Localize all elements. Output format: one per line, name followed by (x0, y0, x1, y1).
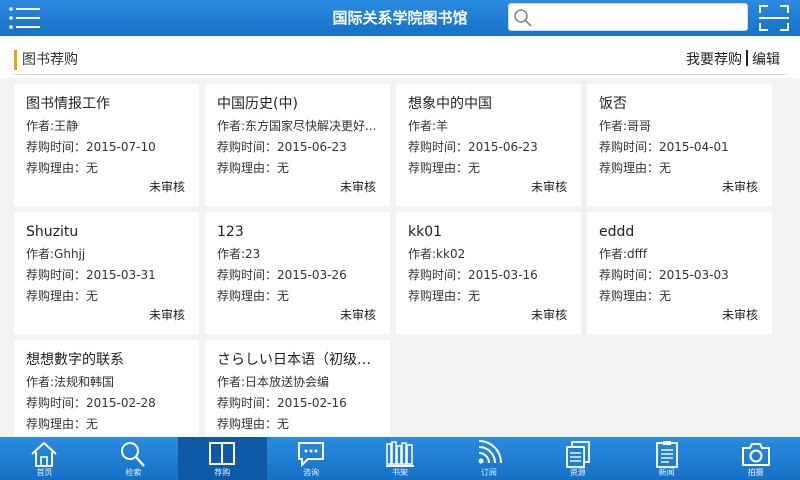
recommend-date: 荐购时间：2015-03-16 (408, 268, 538, 282)
news-icon (655, 441, 678, 468)
nav-label: 新闻 (658, 468, 675, 477)
search-icon (121, 442, 146, 467)
nav-news[interactable]: 新闻 (622, 437, 711, 480)
recommend-reason: 荐购理由：无 (26, 289, 99, 303)
book-author: 作者:dfff (599, 247, 648, 261)
recommend-date: 荐购时间：2015-04-01 (599, 140, 729, 154)
nav-label: 荐购 (214, 468, 231, 477)
separator (746, 50, 748, 66)
nav-label: 检索 (125, 468, 142, 477)
book-title: kk01 (408, 224, 443, 240)
app-header: 国际关系学院图书馆 (0, 0, 800, 36)
status-badge: 未审核 (148, 308, 185, 322)
recommend-reason: 荐购理由：无 (599, 161, 672, 175)
nav-home[interactable]: 首页 (0, 437, 89, 480)
nav-label: 拍摄 (747, 468, 764, 477)
book-author: 作者:王静 (26, 119, 79, 133)
nav-label: 订阅 (480, 468, 497, 477)
book-author: 作者:日本放送协会编 (217, 375, 330, 389)
book-title: 想象中的中国 (408, 96, 492, 112)
search-box[interactable] (508, 3, 748, 31)
recommendation-card[interactable]: Shuzitu 作者:Ghhjj 荐购时间：2015-03-31 荐购理由：无 … (14, 212, 199, 334)
status-badge: 未审核 (148, 180, 185, 194)
book-icon (209, 442, 236, 465)
nav-label: 咨询 (303, 468, 320, 477)
recommendation-card[interactable]: 123 作者:23 荐购时间：2015-03-26 荐购理由：无 未审核 (205, 212, 390, 334)
book-author: 作者:羊 (408, 119, 449, 133)
nav-label: 资源 (569, 468, 586, 477)
status-badge: 未审核 (721, 308, 758, 322)
recommend-date: 荐购时间：2015-06-23 (217, 140, 347, 154)
nav-consult[interactable]: 咨询 (267, 437, 356, 480)
recommendation-grid: 图书情报工作 作者:王静 荐购时间：2015-07-10 荐购理由：无 未审核 … (14, 84, 790, 462)
book-title: Shuzitu (26, 224, 79, 240)
recommend-reason: 荐购理由：无 (26, 417, 99, 431)
bottom-nav: 首页 检索 荐购 咨询 书架 订阅 资源 新闻 拍摄 (0, 437, 800, 480)
recommendation-card[interactable]: kk01 作者:kk02 荐购时间：2015-03-16 荐购理由：无 未审核 (396, 212, 581, 334)
recommend-reason: 荐购理由：无 (217, 417, 290, 431)
recommend-date: 荐购时间：2015-02-28 (26, 396, 156, 410)
recommend-reason: 荐购理由：无 (217, 161, 290, 175)
app-title: 国际关系学院图书馆 (332, 9, 468, 27)
chat-icon (298, 442, 325, 468)
recommend-reason: 荐购理由：无 (217, 289, 290, 303)
book-title: さらしい日本语（初级日... (217, 352, 382, 368)
edit-button[interactable]: 编辑 (752, 52, 780, 68)
book-title: 123 (217, 224, 244, 240)
status-badge: 未审核 (721, 180, 758, 194)
menu-icon[interactable] (6, 4, 46, 32)
recommend-reason: 荐购理由：无 (26, 161, 99, 175)
book-author: 作者:哥哥 (599, 119, 652, 133)
recommend-reason: 荐购理由：无 (408, 161, 481, 175)
nav-label: 书架 (392, 468, 408, 477)
recommend-button[interactable]: 我要荐购 (686, 52, 742, 68)
nav-bookshelf[interactable]: 书架 (356, 437, 445, 480)
status-badge: 未审核 (530, 180, 567, 194)
recommend-date: 荐购时间：2015-03-03 (599, 268, 729, 282)
bookshelf-icon (386, 441, 414, 467)
book-title: 想想數字的联系 (26, 352, 124, 368)
search-icon (513, 8, 533, 28)
nav-recommend[interactable]: 荐购 (177, 437, 267, 480)
book-title: 饭否 (599, 96, 627, 112)
recommendation-card[interactable]: eddd 作者:dfff 荐购时间：2015-03-03 荐购理由：无 未审核 (587, 212, 772, 334)
recommendation-card[interactable]: 饭否 作者:哥哥 荐购时间：2015-04-01 荐购理由：无 未审核 (587, 84, 772, 206)
recommendation-card[interactable]: 想象中的中国 作者:羊 荐购时间：2015-06-23 荐购理由：无 未审核 (396, 84, 581, 206)
recommend-date: 荐购时间：2015-03-26 (217, 268, 347, 282)
section-header (0, 36, 800, 78)
status-badge: 未审核 (339, 308, 376, 322)
book-author: 作者:23 (217, 247, 261, 261)
book-title: eddd (599, 224, 635, 240)
section-actions: 我要荐购 编辑 (686, 50, 780, 70)
status-badge: 未审核 (530, 308, 567, 322)
book-author: 作者:kk02 (408, 247, 466, 261)
book-title: 中国历史(中) (217, 96, 298, 112)
nav-subscribe[interactable]: 订阅 (444, 437, 533, 480)
camera-icon (741, 443, 770, 466)
home-icon (31, 441, 58, 467)
rss-icon (478, 440, 502, 464)
book-author: 作者:Ghhjj (26, 247, 86, 261)
nav-resources[interactable]: 资源 (533, 437, 622, 480)
recommend-date: 荐购时间：2015-03-31 (26, 268, 156, 282)
recommendation-card[interactable]: 图书情报工作 作者:王静 荐购时间：2015-07-10 荐购理由：无 未审核 (14, 84, 199, 206)
search-input[interactable] (535, 7, 741, 27)
recommend-reason: 荐购理由：无 (599, 289, 672, 303)
recommend-reason: 荐购理由：无 (408, 289, 481, 303)
section-title: 图书荐购 (14, 50, 78, 70)
documents-icon (565, 441, 590, 468)
divider (14, 74, 786, 75)
recommendation-card[interactable]: 中国历史(中) 作者:东方国家尽快解决更好... 荐购时间：2015-06-23… (205, 84, 390, 206)
book-author: 作者:法规和韩国 (26, 375, 115, 389)
recommend-date: 荐购时间：2015-06-23 (408, 140, 538, 154)
book-title: 图书情报工作 (26, 96, 110, 112)
nav-camera[interactable]: 拍摄 (711, 437, 800, 480)
recommend-date: 荐购时间：2015-07-10 (26, 140, 156, 154)
nav-search[interactable]: 检索 (89, 437, 178, 480)
status-badge: 未审核 (339, 180, 376, 194)
nav-label: 首页 (36, 468, 53, 477)
scan-icon[interactable] (756, 3, 792, 33)
recommend-date: 荐购时间：2015-02-16 (217, 396, 347, 410)
book-author: 作者:东方国家尽快解决更好... (217, 119, 377, 133)
